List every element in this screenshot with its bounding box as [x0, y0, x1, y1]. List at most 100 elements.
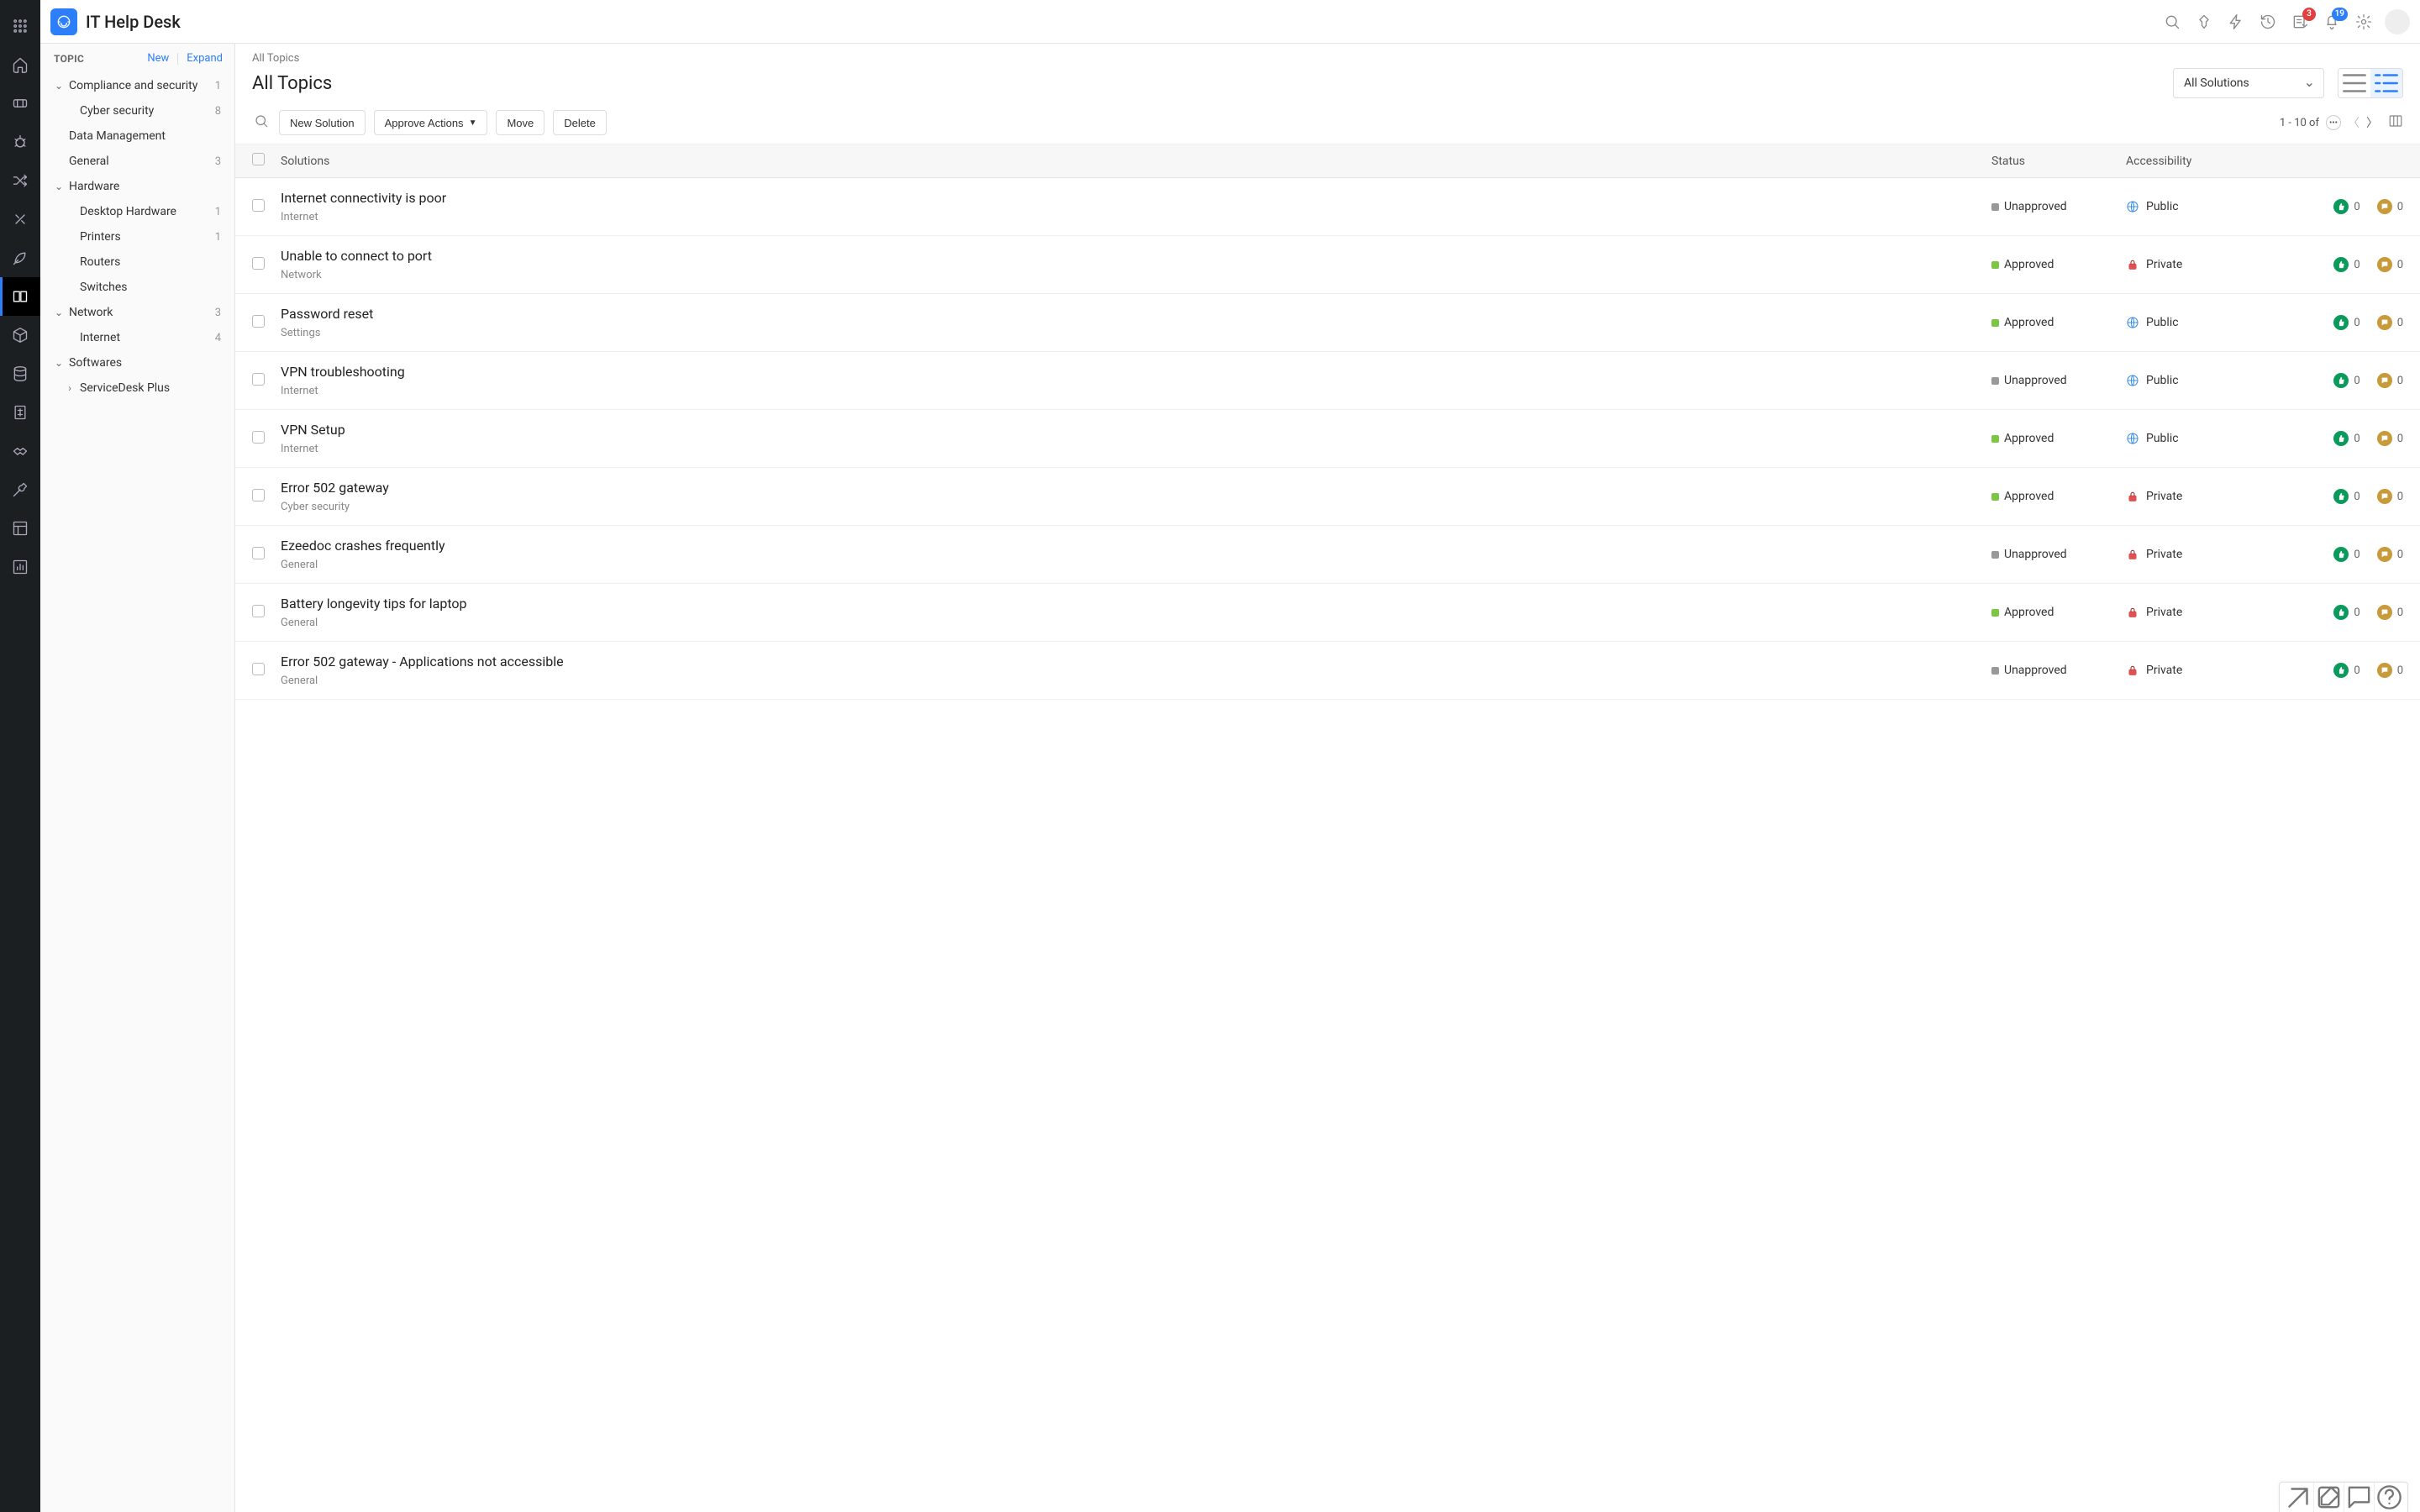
row-checkbox[interactable]: [252, 489, 265, 501]
settings-icon[interactable]: [2348, 6, 2380, 38]
compose-icon[interactable]: [2313, 1483, 2344, 1512]
row-checkbox[interactable]: [252, 199, 265, 212]
chat-icon[interactable]: [2344, 1483, 2374, 1512]
search-icon[interactable]: [2156, 6, 2188, 38]
home-icon[interactable]: [0, 45, 40, 84]
row-checkbox[interactable]: [252, 373, 265, 386]
detail-view-icon[interactable]: [2370, 69, 2402, 97]
ticket-icon[interactable]: [0, 84, 40, 123]
delete-button[interactable]: Delete: [553, 110, 607, 135]
sidebar-item[interactable]: Switches: [40, 275, 234, 300]
comment-icon[interactable]: [2377, 315, 2392, 330]
solution-title[interactable]: VPN troubleshooting: [281, 364, 1991, 380]
row-checkbox[interactable]: [252, 547, 265, 559]
row-checkbox[interactable]: [252, 257, 265, 270]
database-icon[interactable]: [0, 354, 40, 393]
sidebar-item[interactable]: ⌄Compliance and security1: [40, 73, 234, 98]
approvals-icon[interactable]: 3: [2284, 6, 2316, 38]
move-button[interactable]: Move: [496, 110, 544, 135]
comment-icon[interactable]: [2377, 199, 2392, 214]
row-checkbox[interactable]: [252, 431, 265, 444]
handshake-icon[interactable]: [0, 432, 40, 470]
sidebar-item[interactable]: ⌄Network3: [40, 300, 234, 325]
new-solution-button[interactable]: New Solution: [279, 110, 366, 135]
approve-actions-button[interactable]: Approve Actions▼: [374, 110, 488, 135]
comment-icon[interactable]: [2377, 663, 2392, 678]
solution-category: General: [281, 559, 1991, 571]
pager-prev-icon[interactable]: 〈: [2348, 114, 2360, 131]
solution-title[interactable]: Ezeedoc crashes frequently: [281, 538, 1991, 554]
sidebar-item[interactable]: Internet4: [40, 325, 234, 350]
rocket-icon[interactable]: [0, 239, 40, 277]
shuffle-icon[interactable]: [0, 161, 40, 200]
row-checkbox[interactable]: [252, 315, 265, 328]
reports-icon[interactable]: [0, 548, 40, 586]
comment-icon[interactable]: [2377, 605, 2392, 620]
like-icon[interactable]: [2333, 199, 2349, 214]
filter-select[interactable]: All Solutions: [2173, 68, 2324, 98]
sidebar-item[interactable]: ⌄Softwares: [40, 350, 234, 375]
help-icon[interactable]: [2374, 1483, 2404, 1512]
sidebar-item[interactable]: Printers1: [40, 224, 234, 249]
solution-title[interactable]: Battery longevity tips for laptop: [281, 596, 1991, 612]
comment-icon[interactable]: [2377, 489, 2392, 504]
like-icon[interactable]: [2333, 663, 2349, 678]
notifications-icon[interactable]: 19: [2316, 6, 2348, 38]
layout-icon[interactable]: [0, 509, 40, 548]
sidebar-item[interactable]: Data Management: [40, 123, 234, 149]
select-all-checkbox[interactable]: [252, 153, 265, 165]
apps-icon[interactable]: [0, 7, 40, 45]
avatar[interactable]: [2385, 9, 2410, 34]
col-accessibility[interactable]: Accessibility: [2126, 155, 2302, 168]
new-topic-link[interactable]: New: [147, 52, 169, 65]
package-icon[interactable]: [0, 316, 40, 354]
column-settings-icon[interactable]: [2388, 113, 2403, 132]
knowledge-icon[interactable]: [0, 277, 40, 316]
sidebar-item[interactable]: General3: [40, 149, 234, 174]
like-icon[interactable]: [2333, 489, 2349, 504]
comment-icon[interactable]: [2377, 547, 2392, 562]
solution-title[interactable]: Internet connectivity is poor: [281, 190, 1991, 206]
like-icon[interactable]: [2333, 257, 2349, 272]
solution-title[interactable]: Password reset: [281, 306, 1991, 322]
sidebar-item[interactable]: Desktop Hardware1: [40, 199, 234, 224]
comment-icon[interactable]: [2377, 431, 2392, 446]
table-search-icon[interactable]: [252, 110, 271, 135]
pin-icon[interactable]: [2188, 6, 2220, 38]
solution-title[interactable]: VPN Setup: [281, 422, 1991, 438]
sidebar-item[interactable]: ›ServiceDesk Plus: [40, 375, 234, 401]
table-header: Solutions Status Accessibility: [235, 144, 2420, 178]
zia-icon[interactable]: [2283, 1483, 2313, 1512]
chevron-down-icon: ⌄: [52, 357, 66, 369]
breadcrumb[interactable]: All Topics: [235, 44, 2420, 66]
solution-title[interactable]: Error 502 gateway - Applications not acc…: [281, 654, 1991, 669]
comment-icon[interactable]: [2377, 257, 2392, 272]
like-icon[interactable]: [2333, 315, 2349, 330]
sidebar-item[interactable]: Routers: [40, 249, 234, 275]
pager-next-icon[interactable]: 〉: [2366, 114, 2378, 131]
row-checkbox[interactable]: [252, 605, 265, 617]
like-icon[interactable]: [2333, 431, 2349, 446]
table-row: Error 502 gatewayCyber securityApprovedP…: [235, 468, 2420, 526]
flash-icon[interactable]: [2220, 6, 2252, 38]
sidebar-item[interactable]: ⌄Hardware: [40, 174, 234, 199]
col-solutions[interactable]: Solutions: [281, 155, 1991, 168]
bug-icon[interactable]: [0, 123, 40, 161]
list-view-icon[interactable]: [2338, 69, 2370, 97]
row-checkbox[interactable]: [252, 663, 265, 675]
solution-title[interactable]: Unable to connect to port: [281, 248, 1991, 264]
like-icon[interactable]: [2333, 605, 2349, 620]
pager-total-icon[interactable]: •••: [2326, 115, 2341, 130]
expand-topics-link[interactable]: Expand: [187, 52, 223, 65]
like-icon[interactable]: [2333, 547, 2349, 562]
col-status[interactable]: Status: [1991, 155, 2126, 168]
like-icon[interactable]: [2333, 373, 2349, 388]
history-icon[interactable]: [2252, 6, 2284, 38]
comment-icon[interactable]: [2377, 373, 2392, 388]
wrench-icon[interactable]: [0, 470, 40, 509]
tools-icon[interactable]: [0, 200, 40, 239]
solution-title[interactable]: Error 502 gateway: [281, 480, 1991, 496]
invoice-icon[interactable]: [0, 393, 40, 432]
sidebar-item[interactable]: Cyber security8: [40, 98, 234, 123]
sidebar-item-label: Compliance and security: [69, 79, 215, 92]
